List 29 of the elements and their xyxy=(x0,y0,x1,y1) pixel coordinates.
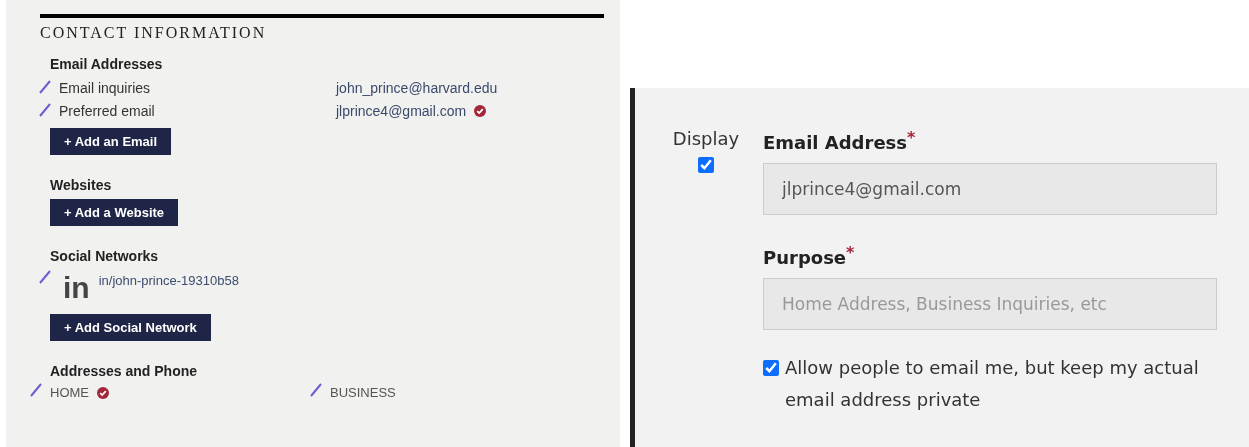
add-button[interactable]: + Add an Email xyxy=(50,128,172,155)
add-button[interactable]: + Add a Website xyxy=(50,199,179,226)
privacy-label: Allow people to email me, but keep my actual email address private xyxy=(785,356,1200,412)
section-heading: Social Networks xyxy=(50,248,160,264)
pencil-icon[interactable] xyxy=(310,383,322,397)
privacy-checkbox[interactable] xyxy=(763,360,779,376)
pencil-icon[interactable] xyxy=(39,80,51,94)
input-field[interactable]: Home Address, Business Inquiries, etc xyxy=(763,278,1217,330)
add-button[interactable]: + Add Social Network xyxy=(50,314,211,341)
address-label: BUSINESS xyxy=(330,385,396,400)
field-label: Purpose$^{*}$ xyxy=(763,243,856,268)
email-label: Email inquiries xyxy=(59,79,152,96)
email-value: john_prince@harvard.edu xyxy=(336,79,498,96)
pencil-icon[interactable] xyxy=(39,270,51,284)
pencil-icon[interactable] xyxy=(30,383,42,397)
display-label: Display xyxy=(672,128,740,149)
section-heading: Websites xyxy=(50,177,113,193)
input-field[interactable]: jlprince4@gmail.com xyxy=(763,163,1217,215)
pencil-icon[interactable] xyxy=(39,103,51,117)
section-heading: Addresses and Phone xyxy=(50,363,199,379)
section-title: CONTACT INFORMATION xyxy=(40,24,268,42)
linkedin-logo: in xyxy=(63,273,90,303)
display-checkbox[interactable] xyxy=(698,157,714,173)
email-label: Preferred email xyxy=(59,102,156,119)
address-label: HOME xyxy=(50,385,89,400)
social-link[interactable]: in/john-prince-19310b58 xyxy=(98,273,239,288)
section-heading: Email Addresses xyxy=(50,56,164,72)
field-label: Email Address$^{*}$ xyxy=(763,128,917,153)
email-value: jlprince4@gmail.com xyxy=(336,102,467,119)
